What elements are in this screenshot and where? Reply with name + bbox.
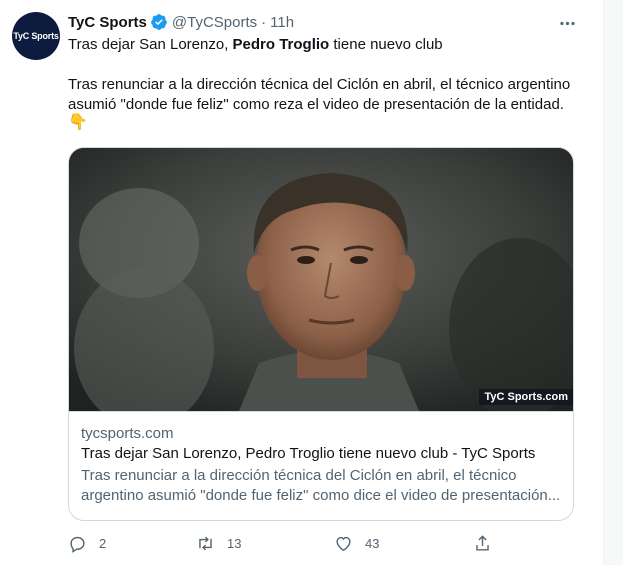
share-button[interactable] bbox=[473, 530, 492, 556]
pointing-down-emoji: 👇 bbox=[68, 114, 88, 131]
retweet-count: 13 bbox=[227, 535, 242, 551]
share-icon bbox=[476, 534, 489, 551]
tweet-text-line-2: Tras renunciar a la dirección técnica de… bbox=[68, 76, 571, 93]
tweet-text-pre: Tras dejar San Lorenzo, bbox=[68, 36, 233, 53]
avatar-logo-text: TyC Sports bbox=[13, 31, 59, 41]
card-domain: tycsports.com bbox=[81, 425, 174, 442]
tweet-header: TyC Sports @TyCSports · 11h bbox=[68, 12, 294, 32]
separator-dot: · bbox=[261, 13, 267, 31]
card-watermark: TyC Sports.com bbox=[479, 389, 573, 405]
card-divider bbox=[69, 411, 573, 412]
card-image[interactable]: TyC Sports.com bbox=[69, 148, 573, 411]
more-options-icon[interactable] bbox=[556, 12, 578, 34]
link-preview-card[interactable]: TyC Sports.com tycsports.com Tras dejar … bbox=[68, 147, 574, 521]
author-handle[interactable]: @TyCSports bbox=[172, 14, 257, 31]
tweet-timestamp[interactable]: 11h bbox=[270, 14, 294, 31]
card-title: Tras dejar San Lorenzo, Pedro Troglio ti… bbox=[81, 445, 536, 462]
tweet-text-bold: Pedro Troglio bbox=[232, 36, 330, 53]
avatar[interactable]: TyC Sports bbox=[12, 12, 60, 60]
tweet-text-line-3: asumió "donde fue feliz" como reza el vi… bbox=[68, 96, 564, 113]
like-button[interactable]: 43 bbox=[334, 530, 379, 556]
like-count: 43 bbox=[365, 535, 380, 551]
reply-icon bbox=[70, 536, 85, 553]
card-description-line-1: Tras renunciar a la dirección técnica de… bbox=[81, 467, 517, 484]
verified-badge-icon bbox=[150, 13, 168, 31]
card-description: Tras renunciar a la dirección técnica de… bbox=[81, 466, 563, 506]
right-column-edge bbox=[604, 0, 623, 565]
tweet-text-post: tiene nuevo club bbox=[329, 36, 443, 53]
card-description-line-2: argentino asumió "donde fue feliz" como … bbox=[81, 487, 561, 504]
retweet-button[interactable]: 13 bbox=[196, 530, 241, 556]
retweet-icon bbox=[199, 536, 212, 550]
heart-icon bbox=[336, 536, 351, 551]
action-bar: 2 13 43 bbox=[68, 530, 508, 556]
reply-count: 2 bbox=[99, 535, 107, 551]
coach-portrait-image bbox=[69, 148, 573, 411]
tweet[interactable]: TyC Sports TyC Sports @TyCSports · 11h T… bbox=[0, 0, 603, 565]
tweet-text-line-1: Tras dejar San Lorenzo, Pedro Troglio ti… bbox=[68, 35, 588, 55]
author-name[interactable]: TyC Sports bbox=[68, 14, 147, 31]
reply-button[interactable]: 2 bbox=[68, 530, 106, 556]
